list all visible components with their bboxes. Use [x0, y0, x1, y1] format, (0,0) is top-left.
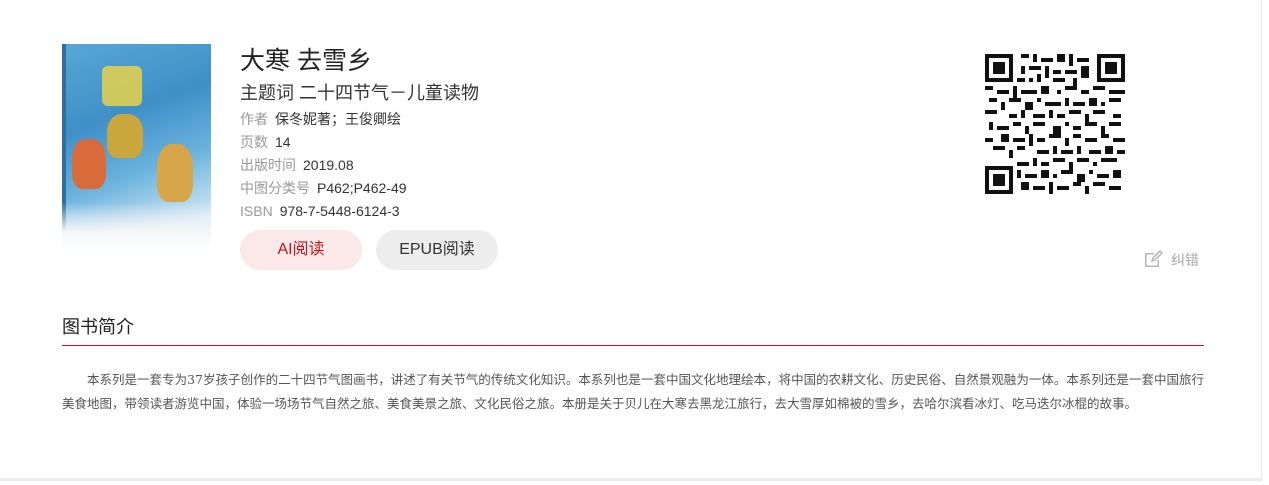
- edit-icon: [1145, 249, 1164, 267]
- intro-divider: [62, 345, 1204, 346]
- subject-value: 二十四节气－儿童读物: [299, 83, 480, 103]
- book-title: 大寒 去雪乡: [240, 47, 372, 75]
- epub-read-button[interactable]: EPUB阅读: [376, 230, 498, 270]
- meta-value: 2019.08: [303, 157, 354, 173]
- report-error-label: 纠错: [1171, 252, 1199, 268]
- cover-child-figure: [157, 144, 193, 202]
- cover-snow: [62, 202, 211, 252]
- cover-child-figure: [107, 114, 143, 158]
- meta-key: 页数: [240, 134, 268, 150]
- meta-key: 作者: [240, 111, 268, 127]
- intro-text: 本系列是一套专为37岁孩子创作的二十四节气图画书，讲述了有关节气的传统文化知识。…: [62, 372, 1204, 411]
- cover-title-mark: [102, 66, 142, 106]
- cover-child-figure: [72, 139, 106, 189]
- meta-pages: 页数 14: [240, 133, 291, 151]
- meta-value: 978-7-5448-6124-3: [279, 203, 400, 219]
- meta-key: 出版时间: [240, 157, 296, 173]
- meta-value: P462;P462-49: [317, 180, 407, 196]
- report-error-link[interactable]: 纠错: [1143, 249, 1199, 269]
- meta-author: 作者 保冬妮著；王俊卿绘: [240, 110, 401, 128]
- book-subject: 主题词 二十四节气－儿童读物: [240, 82, 479, 104]
- meta-key: 中图分类号: [240, 180, 310, 196]
- meta-value: 保冬妮著；王俊卿绘: [275, 111, 401, 127]
- subject-label: 主题词: [240, 83, 294, 103]
- book-cover-image[interactable]: [62, 44, 211, 252]
- intro-heading: 图书简介: [62, 317, 134, 337]
- qr-code: [985, 54, 1125, 194]
- meta-classification: 中图分类号 P462;P462-49: [240, 179, 407, 197]
- meta-publish-date: 出版时间 2019.08: [240, 156, 354, 174]
- ai-read-button[interactable]: AI阅读: [240, 230, 362, 270]
- meta-isbn: ISBN 978-7-5448-6124-3: [240, 202, 400, 220]
- meta-value: 14: [275, 134, 291, 150]
- meta-key: ISBN: [240, 203, 273, 219]
